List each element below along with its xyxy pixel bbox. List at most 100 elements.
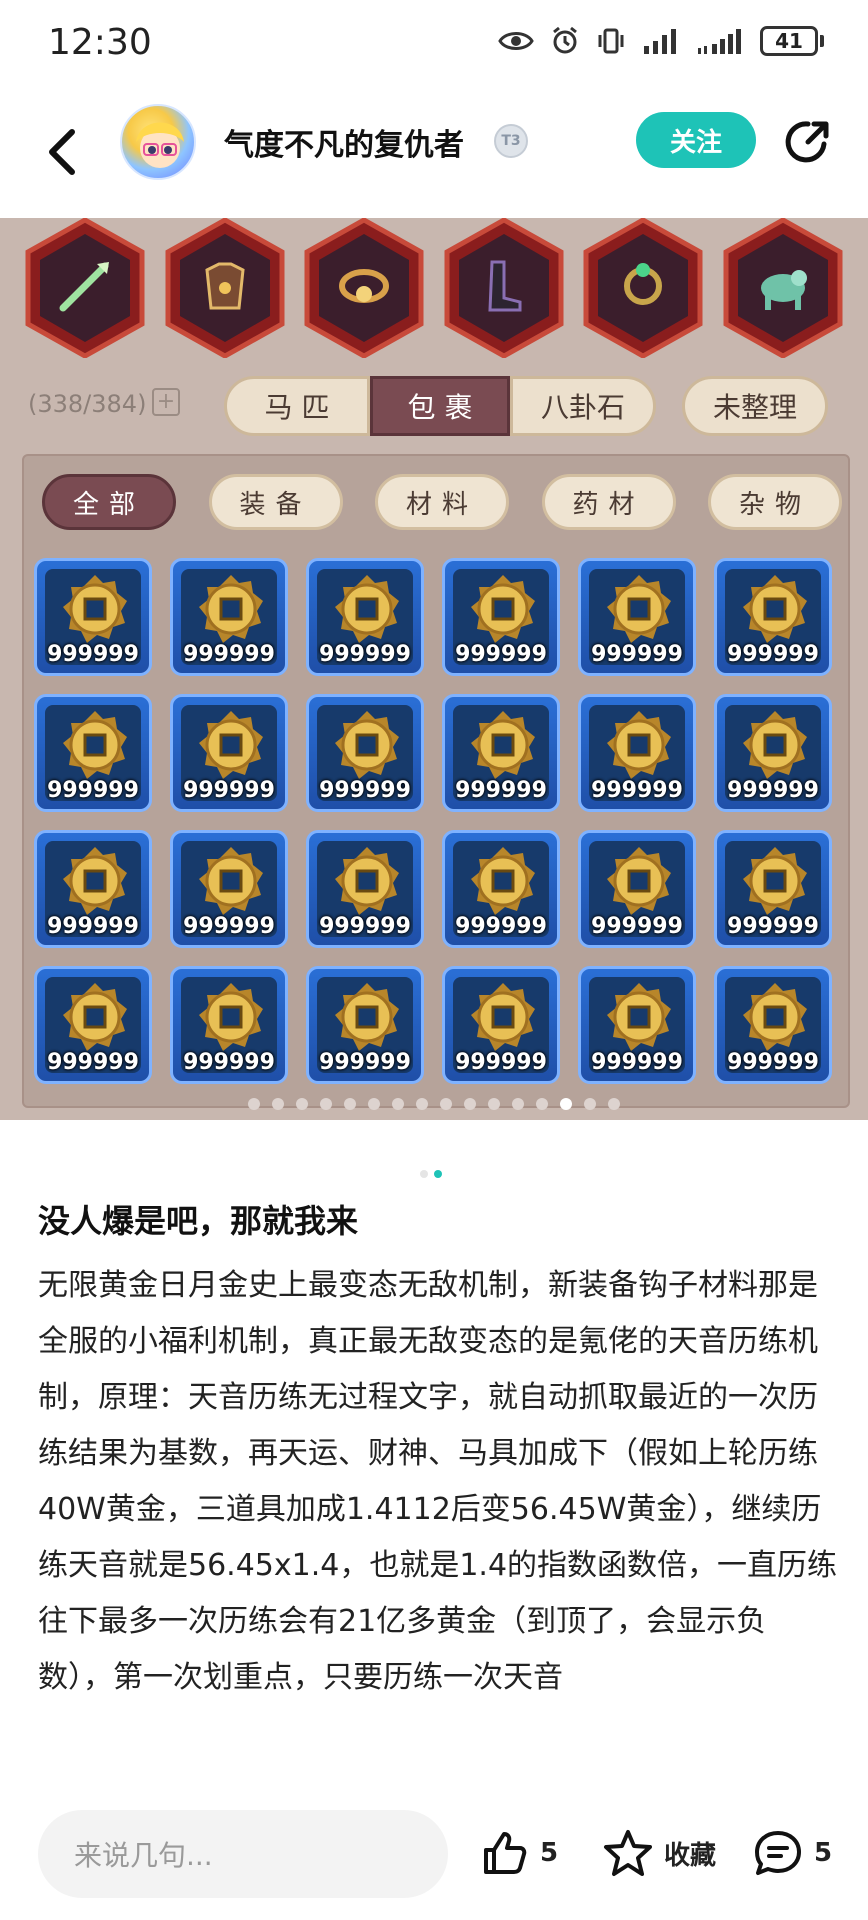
gold-coin-icon: [743, 575, 807, 643]
item-quantity: 999999: [47, 1050, 139, 1075]
gold-coin-icon: [335, 983, 399, 1051]
like-count: 5: [540, 1838, 559, 1868]
tab-horse: 马 匹: [224, 376, 370, 436]
vibrate-icon: [596, 26, 626, 56]
item-quantity: 999999: [183, 1050, 275, 1075]
image-dot: [434, 1170, 442, 1178]
item-quantity: 999999: [591, 1050, 683, 1075]
gold-coin-icon: [607, 983, 671, 1051]
mount-icon: [760, 270, 807, 310]
inventory-slot: 999999: [170, 558, 288, 676]
gold-coin-icon: [471, 575, 535, 643]
page-dot: [440, 1098, 452, 1110]
inventory-count: (338/384): [28, 390, 147, 418]
item-quantity: 999999: [727, 642, 819, 667]
category-filters: 全部 装备 材料 药材 杂物: [42, 474, 842, 530]
inventory-slot: 999999: [578, 558, 696, 676]
category-equipment: 装备: [208, 474, 343, 530]
item-quantity: 999999: [727, 914, 819, 939]
battery-icon: 41: [760, 26, 824, 56]
inventory-slot: 999999: [170, 694, 288, 812]
item-quantity: 999999: [455, 1050, 547, 1075]
category-herbs: 药材: [541, 474, 676, 530]
item-quantity: 999999: [455, 642, 547, 667]
page-dot: [464, 1098, 476, 1110]
collect-button[interactable]: 收藏: [602, 1828, 716, 1878]
page-dot: [320, 1098, 332, 1110]
equipment-row: [24, 218, 844, 358]
gold-coin-icon: [607, 711, 671, 779]
inventory-slot: 999999: [170, 966, 288, 1084]
author-name[interactable]: 气度不凡的复仇者: [224, 120, 464, 164]
gold-coin-icon: [335, 847, 399, 915]
page-dot: [536, 1098, 548, 1110]
equipment-slot: [164, 218, 286, 358]
inventory-slot: 999999: [714, 558, 832, 676]
page-dot: [272, 1098, 284, 1110]
category-misc: 杂物: [708, 474, 842, 530]
image-dot: [420, 1170, 428, 1178]
app-root: 12:30 41 气度不凡的复仇者 T3 关注 (338/384) + 马 匹 …: [0, 0, 868, 1920]
item-quantity: 999999: [455, 914, 547, 939]
collect-label: 收藏: [664, 1840, 717, 1871]
item-quantity: 999999: [47, 778, 139, 803]
inventory-panel: 全部 装备 材料 药材 杂物 999999 999999 999999 999999 99999…: [22, 454, 850, 1108]
gold-coin-icon: [743, 983, 807, 1051]
item-quantity: 999999: [591, 778, 683, 803]
inventory-slot: 999999: [306, 558, 424, 676]
equipment-slot: [443, 218, 565, 358]
eye-icon: [498, 29, 534, 53]
item-quantity: 999999: [183, 914, 275, 939]
ring-icon: [624, 263, 663, 305]
post-image[interactable]: (338/384) + 马 匹 包 裹 八卦石 未整理 全部 装备 材料 药材 杂物 9…: [0, 218, 868, 1120]
inventory-slot: 999999: [442, 558, 560, 676]
category-all: 全部: [42, 474, 176, 530]
comment-input[interactable]: 来说几句...: [38, 1810, 448, 1898]
post-header: 气度不凡的复仇者 T3 关注: [0, 92, 868, 220]
inventory-expand-icon: +: [152, 388, 180, 416]
item-quantity: 999999: [455, 778, 547, 803]
follow-button[interactable]: 关注: [636, 112, 756, 168]
inventory-tabs: 马 匹 包 裹 八卦石: [224, 376, 656, 438]
share-button[interactable]: [784, 118, 832, 166]
page-dot: [248, 1098, 260, 1110]
page-dot: [368, 1098, 380, 1110]
item-quantity: 999999: [591, 914, 683, 939]
item-quantity: 999999: [319, 778, 411, 803]
item-quantity: 999999: [183, 642, 275, 667]
comment-count: 5: [814, 1838, 833, 1868]
tab-bagua-stone: 八卦石: [510, 376, 656, 436]
gold-coin-icon: [471, 847, 535, 915]
signal-icon: [696, 28, 744, 54]
inventory-slot: 999999: [442, 830, 560, 948]
gold-coin-icon: [63, 575, 127, 643]
comment-icon: [755, 1831, 801, 1875]
avatar[interactable]: [120, 104, 196, 180]
page-dot: [560, 1098, 572, 1110]
equipment-slot: [722, 218, 844, 358]
page-dot: [296, 1098, 308, 1110]
inventory-grid: 999999 999999 999999 999999 999999 999999 9999…: [34, 558, 842, 1084]
inventory-page-indicator: [0, 1098, 868, 1110]
equipment-slot: [303, 218, 425, 358]
post-title: 没人爆是吧，那就我来: [38, 1202, 359, 1240]
gold-coin-icon: [335, 711, 399, 779]
thumbs-up-icon: [484, 1832, 527, 1874]
signal-icon: [642, 28, 680, 54]
inventory-slot: 999999: [578, 830, 696, 948]
comment-button[interactable]: 5: [752, 1828, 832, 1878]
gold-coin-icon: [63, 983, 127, 1051]
inventory-slot: 999999: [578, 966, 696, 1084]
inventory-slot: 999999: [578, 694, 696, 812]
chevron-left-icon: [49, 129, 75, 175]
gold-coin-icon: [607, 575, 671, 643]
gold-coin-icon: [471, 983, 535, 1051]
inventory-slot: 999999: [714, 966, 832, 1084]
back-button[interactable]: [40, 120, 84, 184]
like-button[interactable]: 5: [480, 1828, 558, 1878]
equipment-slot: [24, 218, 146, 358]
page-dot: [344, 1098, 356, 1110]
alarm-icon: [550, 26, 580, 56]
item-quantity: 999999: [319, 914, 411, 939]
boots-icon: [488, 260, 522, 312]
